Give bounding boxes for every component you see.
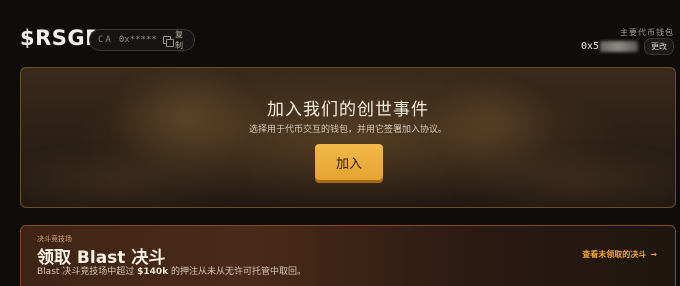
wallet-address-prefix: 0x5 <box>580 41 599 52</box>
card-background-art <box>21 68 675 207</box>
blast-desc-amount: $140k <box>137 267 169 277</box>
copy-button[interactable]: 复制 <box>175 29 186 51</box>
contract-address-pill[interactable]: CA 0x***** 复制 <box>89 29 195 51</box>
blast-duel-banner: 决斗竞技场 领取 Blast 决斗 Blast 决斗竞技场中超过 $140k 的… <box>20 225 676 286</box>
ca-value: 0x***** <box>118 35 157 45</box>
join-button[interactable]: 加入 <box>315 144 383 180</box>
ca-label: CA <box>98 35 113 45</box>
wallet-address-redacted <box>600 41 638 52</box>
blast-desc-suffix: 的押注从未从无许可托管中取回。 <box>168 267 307 277</box>
wallet-address: 0x5 <box>581 41 638 52</box>
copy-icon[interactable] <box>162 35 175 47</box>
join-title: 加入我们的创世事件 <box>267 100 429 120</box>
arrow-right-icon: → <box>650 250 657 259</box>
join-genesis-card: 加入我们的创世事件 选择用于代币交互的钱包，并用它签署加入协议。 加入 <box>20 67 676 208</box>
change-wallet-button[interactable]: 更改 <box>644 38 674 55</box>
blast-description: Blast 决斗竞技场中超过 $140k 的押注从未从无许可托管中取回。 <box>37 264 306 277</box>
join-subtitle: 选择用于代币交互的钱包，并用它签署加入协议。 <box>248 125 447 135</box>
view-unclaimed-duels-label: 查看未领取的决斗 <box>582 250 647 259</box>
blast-desc-prefix: Blast 决斗竞技场中超过 <box>37 267 138 277</box>
wallet-label: 主要代币钱包 <box>620 28 674 37</box>
wallet-row: 0x5 更改 <box>581 38 674 55</box>
view-unclaimed-duels-link[interactable]: 查看未领取的决斗 → <box>582 249 657 260</box>
